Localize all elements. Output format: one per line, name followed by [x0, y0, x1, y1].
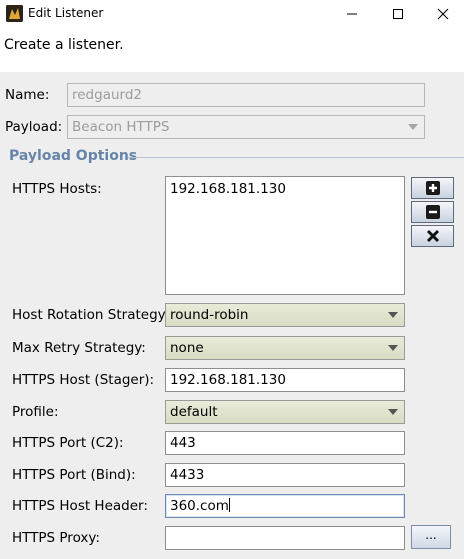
rotation-value: round-robin: [170, 307, 249, 323]
window-title: Edit Listener: [28, 6, 104, 20]
port-bind-label: HTTPS Port (Bind):: [12, 467, 136, 483]
description-text: Create a listener.: [4, 37, 124, 53]
add-host-button[interactable]: [411, 177, 454, 199]
payload-select[interactable]: Beacon HTTPS: [67, 115, 425, 139]
rotation-select[interactable]: round-robin: [165, 303, 405, 327]
section-divider: [128, 157, 464, 158]
close-icon: [437, 8, 449, 20]
host-list-item[interactable]: 192.168.181.130: [170, 181, 400, 197]
description-panel: Create a listener.: [0, 28, 464, 72]
port-c2-label: HTTPS Port (C2):: [12, 435, 124, 451]
proxy-browse-button[interactable]: ...: [411, 525, 451, 549]
name-label: Name:: [5, 87, 50, 103]
profile-label: Profile:: [12, 404, 59, 420]
profile-value: default: [170, 404, 218, 420]
host-header-value: 360.com: [170, 498, 229, 514]
title-bar: Edit Listener: [0, 0, 464, 28]
plus-icon: [425, 181, 440, 195]
close-button[interactable]: [420, 0, 464, 28]
maximize-button[interactable]: [375, 0, 421, 28]
rotation-label: Host Rotation Strategy:: [12, 307, 170, 323]
chevron-down-icon: [402, 116, 424, 138]
stager-field[interactable]: 192.168.181.130: [165, 368, 405, 392]
retry-select[interactable]: none: [165, 336, 405, 360]
profile-select[interactable]: default: [165, 400, 405, 424]
payload-label: Payload:: [5, 119, 63, 135]
minimize-icon: [347, 13, 357, 15]
hosts-list[interactable]: 192.168.181.130: [165, 176, 405, 295]
clear-hosts-button[interactable]: [411, 225, 454, 247]
host-header-field[interactable]: 360.com: [165, 494, 405, 518]
chevron-down-icon: [382, 401, 404, 423]
clear-icon: [426, 229, 439, 243]
maximize-icon: [393, 9, 403, 19]
port-bind-field[interactable]: 4433: [165, 463, 405, 487]
proxy-field[interactable]: [165, 526, 405, 550]
section-title: Payload Options: [9, 148, 138, 164]
minimize-button[interactable]: [329, 0, 375, 28]
retry-value: none: [170, 340, 204, 356]
text-cursor: [228, 498, 230, 512]
chevron-down-icon: [382, 304, 404, 326]
host-header-label: HTTPS Host Header:: [12, 498, 148, 514]
retry-label: Max Retry Strategy:: [12, 340, 146, 356]
minus-icon: [425, 205, 440, 219]
hosts-label: HTTPS Hosts:: [12, 181, 102, 197]
remove-host-button[interactable]: [411, 201, 454, 223]
app-icon: [6, 5, 23, 22]
chevron-down-icon: [382, 337, 404, 359]
stager-label: HTTPS Host (Stager):: [12, 372, 155, 388]
proxy-label: HTTPS Proxy:: [12, 530, 100, 546]
name-field[interactable]: redgaurd2: [67, 83, 425, 107]
payload-value: Beacon HTTPS: [72, 119, 170, 135]
port-c2-field[interactable]: 443: [165, 431, 405, 455]
